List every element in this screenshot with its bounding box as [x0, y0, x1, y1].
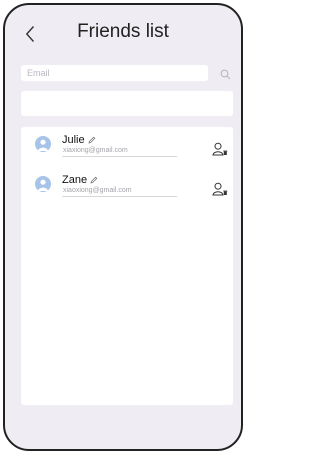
delete-user-icon	[212, 182, 228, 196]
header: Friends list	[5, 19, 241, 51]
friend-row[interactable]: Julie xiaxiong@gmail.com	[21, 127, 233, 157]
friend-row[interactable]: Zane xiaoxiong@gmail.com	[21, 167, 233, 197]
friend-email: xiaoxiong@gmail.com	[63, 187, 132, 194]
phone-frame: Friends list Julie	[3, 3, 243, 451]
search-result-box	[21, 91, 233, 116]
friend-name-line: Zane	[62, 174, 98, 186]
friend-name-line: Julie	[62, 134, 96, 146]
delete-friend-button[interactable]	[211, 181, 229, 197]
search-bar	[21, 65, 233, 83]
friends-list: Julie xiaxiong@gmail.com Zane xiaoxiong@…	[21, 127, 233, 405]
friend-email: xiaxiong@gmail.com	[63, 147, 128, 154]
search-button[interactable]	[217, 66, 233, 82]
row-divider	[62, 156, 177, 157]
pencil-icon[interactable]	[90, 176, 98, 184]
delete-user-icon	[212, 142, 228, 156]
back-button[interactable]	[19, 19, 41, 49]
user-avatar-icon	[35, 176, 51, 192]
email-search-input[interactable]	[21, 65, 208, 81]
delete-friend-button[interactable]	[211, 141, 229, 157]
friend-name: Julie	[62, 134, 85, 146]
pencil-icon[interactable]	[88, 136, 96, 144]
friend-name: Zane	[62, 174, 88, 186]
row-divider	[62, 196, 177, 197]
user-avatar-icon	[35, 136, 51, 152]
chevron-left-icon	[25, 26, 35, 42]
search-icon	[220, 69, 230, 79]
